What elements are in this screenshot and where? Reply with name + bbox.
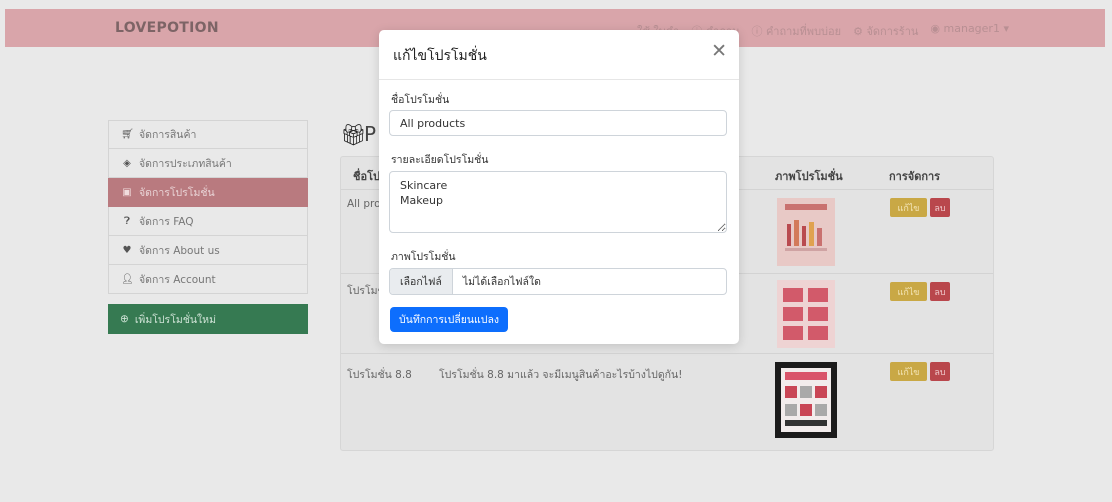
row-actions: แก้ไข ลบ xyxy=(890,198,950,217)
modal-title: แก้ไขโปรโมชั่น xyxy=(393,48,487,64)
promotion-image xyxy=(775,362,837,438)
file-input[interactable]: เลือกไฟล์ ไม่ได้เลือกไฟล์ใด xyxy=(389,268,727,295)
sidebar-item-label: จัดการประเภทสินค้า xyxy=(139,157,232,170)
heart-icon: ♥ xyxy=(122,244,132,256)
edit-button[interactable]: แก้ไข xyxy=(890,362,927,381)
person-icon: 👤︎ xyxy=(121,273,134,285)
sidebar-item-promotions[interactable]: ▣ จัดการโปรโมชั่น xyxy=(108,178,308,207)
table-row: โปรโมชั่น 8.8 โปรโมชั่น 8.8 มาแล้ว จะมีเ… xyxy=(341,353,993,449)
row-actions: แก้ไข ลบ xyxy=(890,362,950,381)
user-menu[interactable]: ◉ manager1 ▾ xyxy=(930,22,1009,40)
promotion-detail-textarea[interactable]: Skincare Makeup xyxy=(389,171,727,233)
sidebar-item-categories[interactable]: ◈ จัดการประเภทสินค้า xyxy=(108,149,308,178)
plus-circle-icon: ⊕ xyxy=(120,313,129,325)
edit-promotion-modal: แก้ไขโปรโมชั่น ✕ ชื่อโปรโมชั่น รายละเอีย… xyxy=(379,30,739,344)
edit-button[interactable]: แก้ไข xyxy=(890,198,927,217)
question-circle-icon: ❓︎ xyxy=(123,215,130,227)
nav-link-manage-store[interactable]: ⚙ จัดการร้าน xyxy=(853,22,918,40)
gift-icon: 🎁︎ xyxy=(340,123,367,147)
row-actions: แก้ไข ลบ xyxy=(890,282,950,301)
promotion-name: All pro xyxy=(347,198,381,210)
promotion-image xyxy=(777,280,835,348)
column-header-actions: การจัดการ xyxy=(889,170,941,183)
delete-button[interactable]: ลบ xyxy=(930,282,950,301)
sidebar-item-label: จัดการสินค้า xyxy=(139,129,197,141)
promotion-detail: โปรโมชั่น 8.8 มาแล้ว จะมีเมนูสินค้าอะไรบ… xyxy=(439,369,683,381)
cart-icon: 🛒︎ xyxy=(121,129,134,140)
sidebar-item-label: จัดการ Account xyxy=(139,273,216,286)
sidebar: 🛒︎ จัดการสินค้า ◈ จัดการประเภทสินค้า ▣ จ… xyxy=(108,120,308,334)
column-header-image: ภาพโปรโมชั่น xyxy=(775,170,843,183)
sidebar-item-faq[interactable]: ❓︎ จัดการ FAQ xyxy=(108,207,308,236)
add-promotion-label: เพิ่มโปรโมชั่นใหม่ xyxy=(134,313,217,326)
promotion-name-field[interactable] xyxy=(389,110,727,136)
close-icon[interactable]: ✕ xyxy=(711,42,727,61)
promotion-detail-label: รายละเอียดโปรโมชั่น xyxy=(391,154,489,166)
promotion-name: โปรโมชั่น 8.8 xyxy=(347,369,412,381)
modal-header: แก้ไขโปรโมชั่น ✕ xyxy=(379,30,739,80)
sidebar-item-label: จัดการ About us xyxy=(139,244,220,257)
sidebar-item-account[interactable]: 👤︎ จัดการ Account xyxy=(108,265,308,294)
add-promotion-button[interactable]: ⊕ เพิ่มโปรโมชั่นใหม่ xyxy=(108,304,308,334)
page-title: P xyxy=(364,122,377,146)
sidebar-item-label: จัดการโปรโมชั่น xyxy=(139,186,215,199)
edit-button[interactable]: แก้ไข xyxy=(890,282,927,301)
delete-button[interactable]: ลบ xyxy=(930,362,950,381)
delete-button[interactable]: ลบ xyxy=(930,198,950,217)
layers-icon: ◈ xyxy=(123,157,131,169)
sidebar-item-label: จัดการ FAQ xyxy=(139,215,194,228)
promotion-name-label: ชื่อโปรโมชั่น xyxy=(391,94,450,106)
promotion-image xyxy=(777,198,835,266)
gift-icon: ▣ xyxy=(122,186,132,198)
save-changes-button[interactable]: บันทึกการเปลี่ยนแปลง xyxy=(390,307,509,332)
sidebar-item-products[interactable]: 🛒︎ จัดการสินค้า xyxy=(108,120,308,149)
promotion-image-label: ภาพโปรโมชั่น xyxy=(391,251,456,263)
brand-logo[interactable]: LOVEPOTION xyxy=(115,20,219,36)
file-status-text: ไม่ได้เลือกไฟล์ใด xyxy=(462,276,541,288)
choose-file-button[interactable]: เลือกไฟล์ xyxy=(390,269,453,294)
nav-link-faq[interactable]: ⓘ คำถามที่พบบ่อย xyxy=(751,22,841,40)
sidebar-item-about[interactable]: ♥ จัดการ About us xyxy=(108,236,308,265)
